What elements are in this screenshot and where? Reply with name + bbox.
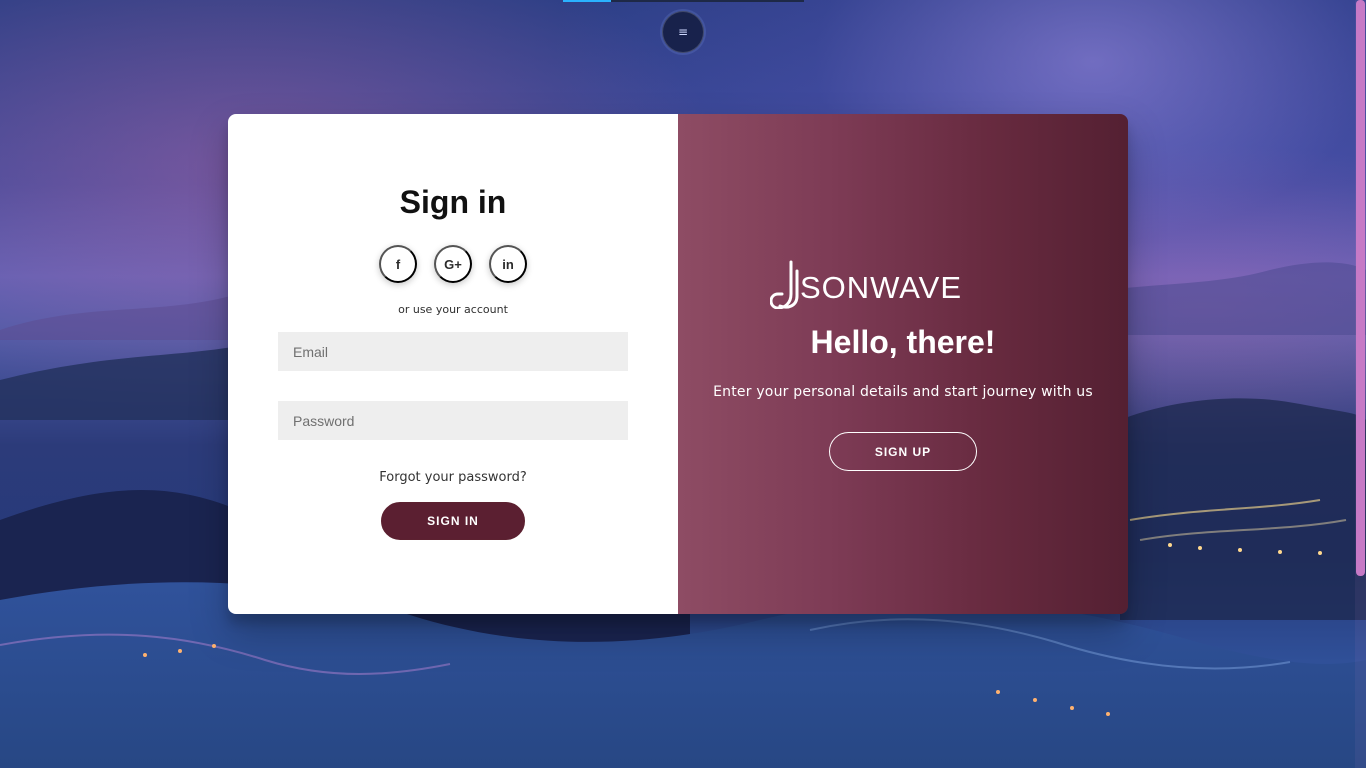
auth-card: Sign in f G+ in or use your account Forg… (228, 114, 1128, 614)
menu-button[interactable]: ≡ (662, 11, 704, 53)
facebook-login-button[interactable]: f (379, 245, 417, 283)
linkedin-login-button[interactable]: in (489, 245, 527, 283)
signin-panel: Sign in f G+ in or use your account Forg… (228, 114, 678, 614)
google-plus-icon: G+ (444, 256, 462, 272)
linkedin-icon: in (502, 256, 514, 272)
signup-title: Hello, there! (810, 324, 996, 360)
brand-name: SONWAVE (800, 270, 963, 305)
menu-icon: ≡ (677, 25, 689, 39)
signup-panel: SONWAVE Hello, there! Enter your persona… (678, 114, 1128, 614)
facebook-icon: f (395, 256, 401, 272)
signin-title: Sign in (399, 184, 507, 220)
brand-mark-icon (769, 260, 799, 310)
alternate-login-text: or use your account (398, 303, 508, 316)
signup-subtitle: Enter your personal details and start jo… (713, 384, 1093, 400)
email-input[interactable] (278, 332, 628, 371)
social-login-row: f G+ in (379, 245, 527, 283)
scrollbar-thumb[interactable] (1356, 0, 1365, 576)
sign-in-button[interactable]: SIGN IN (381, 502, 525, 540)
google-plus-login-button[interactable]: G+ (434, 245, 472, 283)
forgot-password-link[interactable]: Forgot your password? (228, 470, 678, 485)
password-input[interactable] (278, 401, 628, 440)
sign-up-button[interactable]: SIGN UP (829, 432, 977, 471)
brand-logo: SONWAVE (769, 259, 1010, 310)
top-progress-tab (563, 0, 804, 2)
scrollbar-track[interactable] (1355, 0, 1366, 768)
